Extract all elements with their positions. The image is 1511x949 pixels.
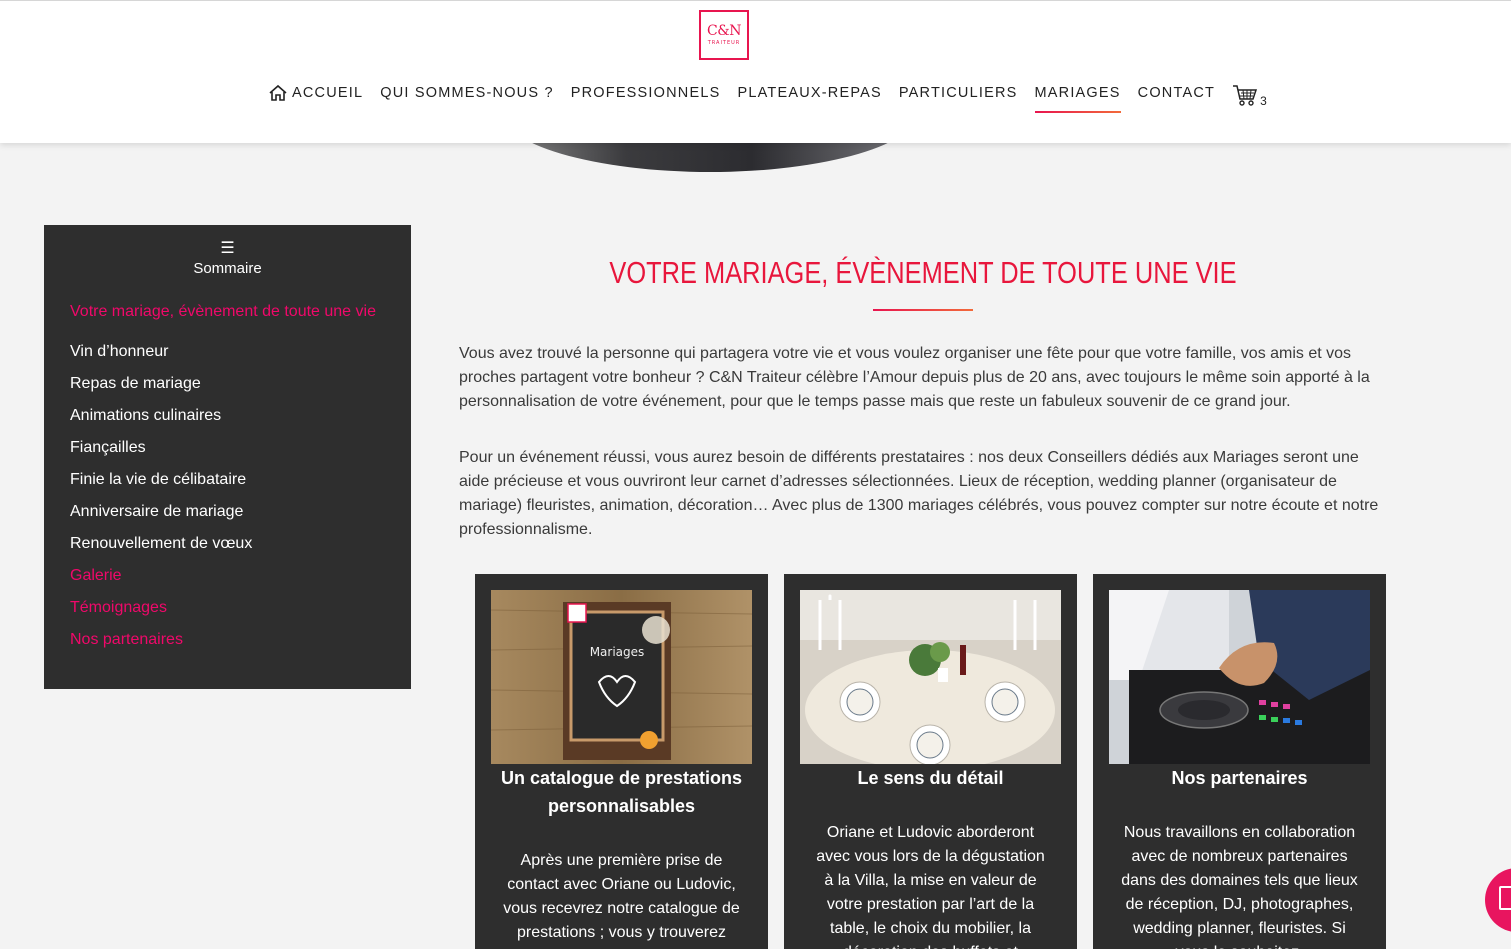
- main-nav: ACCUEIL QUI SOMMES-NOUS ? PROFESSIONNELS…: [268, 78, 1267, 113]
- card-text: Oriane et Ludovic aborderont avec vous l…: [816, 824, 1045, 949]
- nav-item-accueil[interactable]: ACCUEIL: [268, 81, 363, 105]
- title-underline: [873, 309, 973, 311]
- nav-label: PLATEAUX-REPAS: [737, 85, 882, 101]
- nav-label: PARTICULIERS: [898, 85, 1018, 101]
- table-of-contents: ☰ Sommaire Votre mariage, évènement de t…: [44, 225, 411, 689]
- card-title: Le sens du détail: [857, 768, 1004, 788]
- nav-item-particuliers[interactable]: PARTICULIERS: [899, 81, 1018, 105]
- menu-icon[interactable]: ☰: [44, 239, 411, 257]
- nav-label: CONTACT: [1137, 85, 1216, 101]
- card-text: Nous travaillons en collaboration avec d…: [1121, 824, 1358, 949]
- logo-text: C&N: [707, 23, 741, 39]
- toc-item-anniversaire[interactable]: Anniversaire de mariage: [70, 496, 401, 528]
- card-catalogue[interactable]: Mariages Un catalogue de prestations per…: [475, 574, 768, 949]
- nav-item-mariages[interactable]: MARIAGES: [1034, 81, 1121, 113]
- card-title: Nos partenaires: [1171, 768, 1308, 788]
- nav-label: ACCUEIL: [292, 85, 364, 101]
- site-logo[interactable]: C&N TRAITEUR: [699, 10, 749, 60]
- toc-item-animations[interactable]: Animations culinaires: [70, 400, 401, 432]
- nav-item-contact[interactable]: CONTACT: [1138, 81, 1215, 105]
- nav-label: MARIAGES: [1034, 85, 1121, 101]
- cart-count: 3: [1260, 94, 1267, 108]
- nav-label: QUI SOMMES-NOUS ?: [380, 85, 554, 101]
- site-header: C&N TRAITEUR ACCUEIL QUI SOMMES-NOUS ? P…: [0, 0, 1511, 143]
- nav-label: PROFESSIONNELS: [570, 85, 721, 101]
- toc-item-galerie[interactable]: Galerie: [70, 560, 401, 592]
- toc-item-votre-mariage[interactable]: Votre mariage, évènement de toute une vi…: [70, 296, 401, 328]
- toc-item-repas-mariage[interactable]: Repas de mariage: [70, 368, 401, 400]
- toc-item-partenaires[interactable]: Nos partenaires: [70, 624, 401, 656]
- page-title: VOTRE MARIAGE, ÉVÈNEMENT DE TOUTE UNE VI…: [609, 255, 1237, 290]
- toc-title: Sommaire: [193, 260, 262, 277]
- toc-item-celibataire[interactable]: Finie la vie de célibataire: [70, 464, 401, 496]
- catalogue-image-text: Mariages: [590, 645, 645, 659]
- nav-item-qui-sommes-nous[interactable]: QUI SOMMES-NOUS ?: [380, 81, 553, 105]
- dj-image: [1109, 590, 1370, 764]
- nav-item-professionnels[interactable]: PROFESSIONNELS: [571, 81, 721, 105]
- home-icon: [269, 84, 287, 101]
- details-paragraph: Pour un événement réussi, vous aurez bes…: [459, 449, 1379, 538]
- table-setting-image: [800, 590, 1061, 764]
- cart-icon: [1233, 85, 1258, 106]
- floating-contact-button[interactable]: [1485, 868, 1511, 932]
- toc-item-fiancailles[interactable]: Fiançailles: [70, 432, 401, 464]
- logo-subtext: TRAITEUR: [707, 40, 741, 46]
- toc-item-renouvellement[interactable]: Renouvellement de vœux: [70, 528, 401, 560]
- document-icon: [1499, 886, 1511, 910]
- intro-paragraph: Vous avez trouvé la personne qui partage…: [459, 345, 1370, 410]
- toc-item-temoignages[interactable]: Témoignages: [70, 592, 401, 624]
- toc-list: Votre mariage, évènement de toute une vi…: [70, 296, 401, 656]
- card-text: Après une première prise de contact avec…: [503, 852, 740, 941]
- catalogue-image: Mariages: [491, 590, 752, 764]
- nav-item-plateaux-repas[interactable]: PLATEAUX-REPAS: [737, 81, 881, 105]
- card-partenaires[interactable]: Nos partenaires Nous travaillons en coll…: [1093, 574, 1386, 949]
- toc-item-vin-honneur[interactable]: Vin d’honneur: [70, 336, 401, 368]
- card-detail[interactable]: Le sens du détail Oriane et Ludovic abor…: [784, 574, 1077, 949]
- cart-button[interactable]: 3: [1232, 78, 1267, 108]
- card-title: Un catalogue de prestations personnalisa…: [500, 768, 743, 816]
